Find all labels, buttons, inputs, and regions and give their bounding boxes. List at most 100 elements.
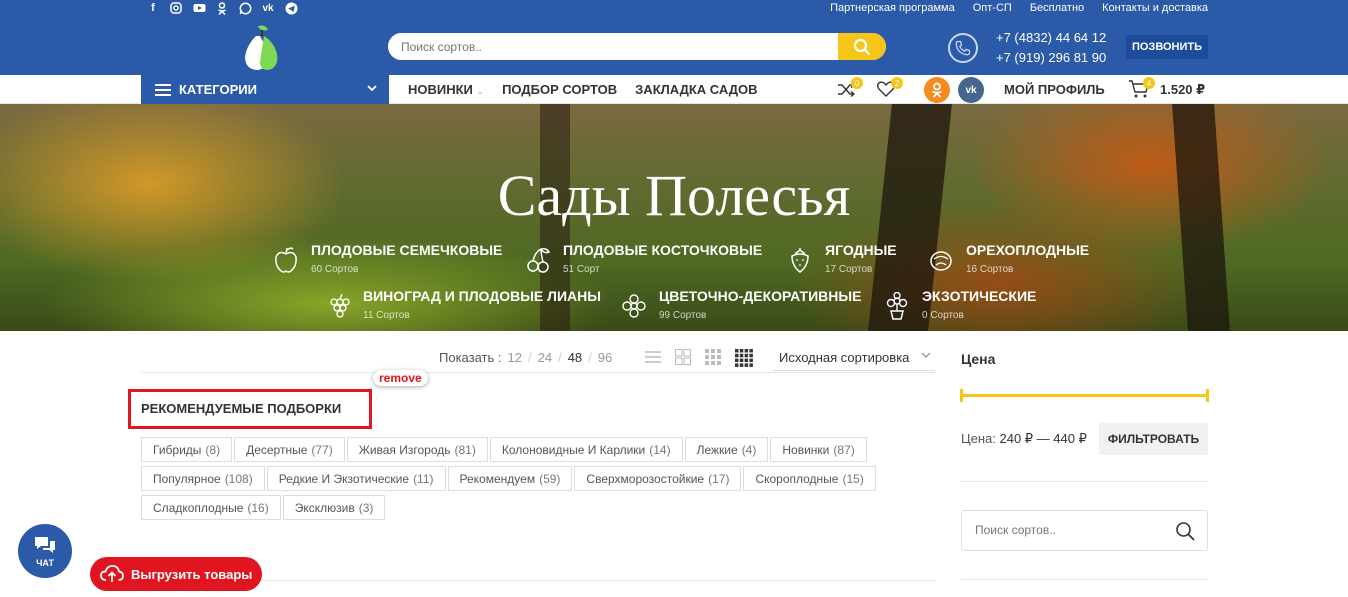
remove-label[interactable]: remove xyxy=(373,370,428,386)
divider xyxy=(961,481,1208,482)
partner-program-link[interactable]: Партнерская программа xyxy=(830,2,955,14)
hero-category-count: 51 Сорт xyxy=(563,264,600,275)
grid-4-view-icon[interactable] xyxy=(735,349,753,367)
tag-chip-count: (8) xyxy=(205,442,221,457)
list-view-icon[interactable] xyxy=(645,349,661,365)
sidebar: Цена Цена: 240 ₽ — 440 ₽ ФИЛЬТРОВАТЬ xyxy=(960,340,1209,580)
tag-chip[interactable]: Живая Изгородь (81) xyxy=(346,437,488,462)
facebook-icon[interactable]: f xyxy=(146,1,160,15)
sidebar-search-input[interactable] xyxy=(962,511,1162,549)
odnoklassniki-login-icon[interactable] xyxy=(924,77,950,103)
tag-chip-count: (11) xyxy=(413,471,434,486)
tag-chip-label: Скороплодные xyxy=(755,471,839,486)
vk-login-icon[interactable]: vk xyxy=(958,77,984,103)
hero-category-count: 16 Сортов xyxy=(966,264,1014,275)
phone-number-2[interactable]: +7 (919) 296 81 90 xyxy=(996,48,1106,68)
nav-item-variety-selection[interactable]: ПОДБОР СОРТОВ xyxy=(502,82,617,97)
search-button[interactable] xyxy=(838,33,886,60)
compare-button[interactable]: 0 xyxy=(836,77,863,101)
youtube-icon[interactable] xyxy=(192,1,206,15)
contacts-delivery-link[interactable]: Контакты и доставка xyxy=(1102,2,1208,14)
search-icon[interactable] xyxy=(1175,521,1195,541)
cherry-icon xyxy=(527,248,551,273)
tag-chip-label: Гибриды xyxy=(153,442,202,457)
price-slider-handle-max[interactable] xyxy=(1206,389,1209,402)
tag-chip[interactable]: Редкие И Экзотические (11) xyxy=(266,466,446,491)
hero-category-count: 0 Сортов xyxy=(922,310,964,321)
telegram-icon[interactable] xyxy=(284,1,298,15)
per-page-option[interactable]: 96 xyxy=(598,350,612,365)
chat-label: ЧАТ xyxy=(36,557,54,568)
my-profile-link[interactable]: МОЙ ПРОФИЛЬ xyxy=(1004,82,1105,97)
search-input[interactable] xyxy=(388,33,838,60)
price-slider[interactable] xyxy=(960,389,1209,402)
hero-category-label: ОРЕХОПЛОДНЫЕ xyxy=(966,242,1090,258)
hero-category-count: 17 Сортов xyxy=(825,264,873,275)
sort-select[interactable]: Исходная сортировка xyxy=(773,347,935,371)
tag-chip[interactable]: Десертные (77) xyxy=(234,437,345,462)
cart-button[interactable]: 4 xyxy=(1128,77,1155,101)
flower-icon xyxy=(622,294,646,318)
chat-button[interactable]: ЧАТ xyxy=(18,524,72,578)
per-page-option[interactable]: 12 xyxy=(508,350,522,365)
hero-category-pome[interactable]: ПЛОДОВЫЕ СЕМЕЧКОВЫЕ 60 Сортов xyxy=(273,242,502,275)
nav-item-garden-planting[interactable]: ЗАКЛАДКА САДОВ xyxy=(635,82,757,97)
categories-button[interactable]: КАТЕГОРИИ xyxy=(141,75,389,104)
tag-chip[interactable]: Рекомендуем (59) xyxy=(447,466,573,491)
tag-chip-label: Лежкие xyxy=(696,442,738,457)
tag-chip-count: (81) xyxy=(454,442,476,457)
per-page-option[interactable]: 24 xyxy=(538,350,552,365)
hero-category-nut[interactable]: ОРЕХОПЛОДНЫЕ 16 Сортов xyxy=(928,242,1089,275)
hero-category-grape[interactable]: ВИНОГРАД И ПЛОДОВЫЕ ЛИАНЫ 11 Сортов xyxy=(325,288,601,321)
tag-chip-label: Живая Изгородь xyxy=(358,442,451,457)
call-button[interactable]: ПОЗВОНИТЬ xyxy=(1126,35,1208,59)
tag-chip-label: Колоновидные И Карлики xyxy=(501,442,646,457)
tag-chip[interactable]: Гибриды (8) xyxy=(141,437,233,462)
price-slider-handle-min[interactable] xyxy=(960,389,963,402)
tag-chip-count: (14) xyxy=(649,442,671,457)
grid-2-view-icon[interactable] xyxy=(675,349,691,365)
tag-chip[interactable]: Колоновидные И Карлики (14) xyxy=(489,437,683,462)
hero-category-flower[interactable]: ЦВЕТОЧНО-ДЕКОРАТИВНЫЕ 99 Сортов xyxy=(621,288,861,321)
grid-3-view-icon[interactable] xyxy=(705,349,721,365)
filter-button[interactable]: ФИЛЬТРОВАТЬ xyxy=(1099,423,1208,455)
recommended-tags: Гибриды (8) Десертные (77) Живая Изгородь (81… xyxy=(141,437,901,520)
sort-select-value: Исходная сортировка xyxy=(779,350,910,365)
cart-total[interactable]: 1.520 ₽ xyxy=(1160,82,1205,98)
hero-category-berry[interactable]: ЯГОДНЫЕ 17 Сортов xyxy=(787,242,897,275)
chevron-down-icon: ⌄ xyxy=(476,86,485,96)
tag-chip[interactable]: Лежкие (4) xyxy=(684,437,769,462)
recommended-title: РЕКОМЕНДУЕМЫЕ ПОДБОРКИ xyxy=(141,401,342,416)
wishlist-button[interactable]: 2 xyxy=(876,77,903,101)
free-link[interactable]: Бесплатно xyxy=(1030,2,1084,14)
site-logo[interactable] xyxy=(238,22,284,72)
chevron-down-icon xyxy=(921,351,931,362)
tag-chip[interactable]: Скороплодные (15) xyxy=(743,466,876,491)
menu-icon xyxy=(155,83,171,96)
products-toolbar: Показать : 12 / 24 / 48 / 96 Исходная со… xyxy=(141,343,936,373)
tag-chip-label: Сладкоплодные xyxy=(153,500,244,515)
tag-chip-count: (15) xyxy=(842,471,864,486)
hero-category-exotic[interactable]: ЭКЗОТИЧЕСКИЕ 0 Сортов xyxy=(884,288,1036,321)
wholesale-link[interactable]: Опт-СП xyxy=(973,2,1012,14)
export-products-button[interactable]: Выгрузить товары xyxy=(90,557,262,591)
categories-label: КАТЕГОРИИ xyxy=(179,82,257,97)
sidebar-search xyxy=(961,510,1208,551)
vk-icon[interactable]: vk xyxy=(261,1,275,15)
nav-item-new[interactable]: НОВИНКИ ⌄ xyxy=(408,82,484,97)
phone-number-1[interactable]: +7 (4832) 44 64 12 xyxy=(996,28,1106,48)
instagram-icon[interactable] xyxy=(169,1,183,15)
odnoklassniki-icon[interactable] xyxy=(215,1,229,15)
price-range-text: Цена: 240 ₽ — 440 ₽ xyxy=(961,431,1087,447)
cloud-upload-icon xyxy=(100,565,124,582)
tag-chip[interactable]: Сверхморозостойкие (17) xyxy=(574,466,742,491)
tag-chip[interactable]: Популярное (108) xyxy=(141,466,265,491)
tag-chip[interactable]: Эксклюзив (3) xyxy=(282,495,386,520)
tag-chip-label: Редкие И Экзотические xyxy=(278,471,410,486)
per-page-option-active[interactable]: 48 xyxy=(568,350,582,365)
tag-chip[interactable]: Новинки (87) xyxy=(770,437,867,462)
hero-category-label: ЦВЕТОЧНО-ДЕКОРАТИВНЫЕ xyxy=(659,288,862,304)
hero-category-stone[interactable]: ПЛОДОВЫЕ КОСТОЧКОВЫЕ 51 Сорт xyxy=(525,242,762,275)
tag-chip[interactable]: Сладкоплодные (16) xyxy=(141,495,281,520)
whatsapp-icon[interactable] xyxy=(238,1,252,15)
